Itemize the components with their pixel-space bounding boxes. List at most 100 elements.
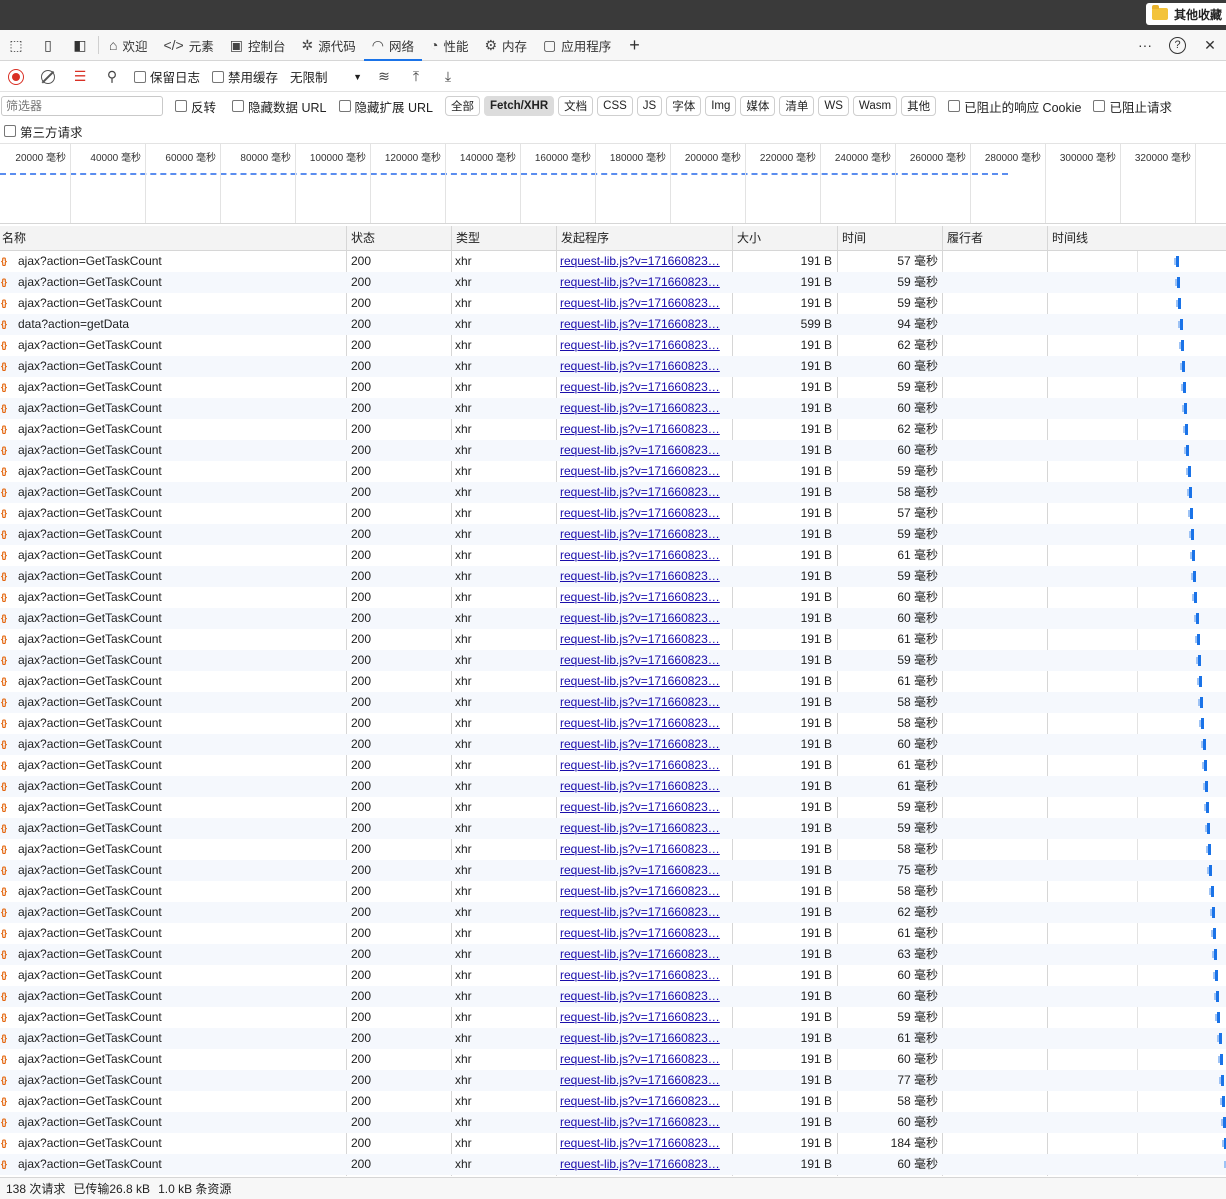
table-row[interactable]: {} ajax?action=GetTaskCount 200 xhr request-… [0,755,1226,776]
add-tab-button[interactable]: + [619,30,650,60]
import-har-button[interactable]: ⤒ [400,68,432,85]
request-initiator-link[interactable]: request-lib.js?v=171660823… [560,734,725,755]
search-button[interactable]: ⚲ [96,68,128,85]
table-row[interactable]: {} ajax?action=GetTaskCount 200 xhr request-… [0,1049,1226,1070]
checkbox-box[interactable] [232,100,245,112]
table-row[interactable]: {} ajax?action=GetTaskCount 200 xhr request-… [0,1007,1226,1028]
column-size[interactable]: 大小 [732,226,837,251]
help-icon[interactable]: ? [1169,36,1186,54]
type-filter-wasm[interactable]: Wasm [852,96,898,116]
table-row[interactable]: {} ajax?action=GetTaskCount 200 xhr request-… [0,293,1226,314]
checkbox-box[interactable] [212,70,225,83]
table-row[interactable]: {} ajax?action=GetTaskCount 200 xhr request-… [0,419,1226,440]
column-time[interactable]: 时间 [837,226,942,251]
request-initiator-link[interactable]: request-lib.js?v=171660823… [560,398,725,419]
request-initiator-link[interactable]: request-lib.js?v=171660823… [560,524,725,545]
column-type[interactable]: 类型 [451,226,556,251]
timeline-overview[interactable]: 20000 毫秒 40000 毫秒 60000 毫秒 80000 毫秒 100000 毫… [0,143,1226,224]
table-row[interactable]: {} ajax?action=GetTaskCount 200 xhr request-… [0,524,1226,545]
type-filter-doc[interactable]: 文档 [558,96,594,116]
tab-sources[interactable]: ✲ 源代码 [294,30,364,60]
table-row[interactable]: {} ajax?action=GetTaskCount 200 xhr request-… [0,692,1226,713]
disable-cache-checkbox[interactable]: 禁用缓存 [212,67,278,86]
table-row[interactable]: {} ajax?action=GetTaskCount 200 xhr request-… [0,566,1226,587]
request-initiator-link[interactable]: request-lib.js?v=171660823… [560,965,725,986]
clear-button[interactable] [32,69,64,84]
type-filter-font[interactable]: 字体 [666,96,702,116]
tab-console[interactable]: ▣ 控制台 [222,30,294,60]
request-initiator-link[interactable]: request-lib.js?v=171660823… [560,482,725,503]
table-row[interactable]: {} ajax?action=GetTaskCount 200 xhr request-… [0,965,1226,986]
request-initiator-link[interactable]: request-lib.js?v=171660823… [560,692,725,713]
close-icon[interactable]: ✕ [1194,37,1226,54]
table-row[interactable]: {} ajax?action=GetTaskCount 200 xhr request-… [0,545,1226,566]
request-initiator-link[interactable]: request-lib.js?v=171660823… [560,503,725,524]
table-row[interactable]: {} ajax?action=GetTaskCount 200 xhr request-… [0,1028,1226,1049]
request-initiator-link[interactable]: request-lib.js?v=171660823… [560,860,725,881]
request-initiator-link[interactable]: request-lib.js?v=171660823… [560,839,725,860]
checkbox-box[interactable] [1093,100,1106,112]
request-initiator-link[interactable]: request-lib.js?v=171660823… [560,314,725,335]
hide-data-url-checkbox[interactable]: 隐藏数据 URL [232,97,327,116]
type-filter-ws[interactable]: WS [818,96,849,116]
request-initiator-link[interactable]: request-lib.js?v=171660823… [560,1133,725,1154]
table-row[interactable]: {} ajax?action=GetTaskCount 200 xhr request-… [0,461,1226,482]
table-row[interactable]: {} ajax?action=GetTaskCount 200 xhr request-… [0,335,1226,356]
table-row[interactable]: {} ajax?action=GetTaskCount 200 xhr request-… [0,1070,1226,1091]
table-row[interactable]: {} ajax?action=GetTaskCount 200 xhr request-… [0,671,1226,692]
table-row[interactable]: {} ajax?action=GetTaskCount 200 xhr request-… [0,377,1226,398]
request-initiator-link[interactable]: request-lib.js?v=171660823… [560,713,725,734]
request-initiator-link[interactable]: request-lib.js?v=171660823… [560,1112,725,1133]
network-conditions-button[interactable]: ≋ [368,68,400,85]
request-initiator-link[interactable]: request-lib.js?v=171660823… [560,440,725,461]
request-initiator-link[interactable]: request-lib.js?v=171660823… [560,671,725,692]
table-row[interactable]: {} ajax?action=GetTaskCount 200 xhr request-… [0,1112,1226,1133]
request-initiator-link[interactable]: request-lib.js?v=171660823… [560,377,725,398]
table-row[interactable]: {} ajax?action=GetTaskCount 200 xhr request-… [0,986,1226,1007]
table-row[interactable]: {} ajax?action=GetTaskCount 200 xhr request-… [0,860,1226,881]
tab-performance[interactable]: ◔ 性能 [422,30,476,60]
dock-side-icon[interactable]: ◧ [64,30,96,60]
column-fulfilled-by[interactable]: 履行者 [942,226,1047,251]
request-initiator-link[interactable]: request-lib.js?v=171660823… [560,251,725,272]
preserve-log-checkbox[interactable]: 保留日志 [134,67,200,86]
table-row[interactable]: {} ajax?action=GetTaskCount 200 xhr request-… [0,797,1226,818]
export-har-button[interactable]: ⤓ [432,68,464,85]
request-initiator-link[interactable]: request-lib.js?v=171660823… [560,776,725,797]
type-filter-fetch-xhr[interactable]: Fetch/XHR [483,96,555,116]
throttle-select[interactable]: 无限制 ▼ [290,67,362,86]
blocked-cookie-checkbox[interactable]: 已阻止的响应 Cookie [948,97,1081,116]
table-row[interactable]: {} ajax?action=GetTaskCount 200 xhr request-… [0,503,1226,524]
checkbox-box[interactable] [4,125,16,137]
request-initiator-link[interactable]: request-lib.js?v=171660823… [560,650,725,671]
column-status[interactable]: 状态 [346,226,451,251]
checkbox-box[interactable] [175,100,187,112]
tab-application[interactable]: ▢ 应用程序 [535,30,619,60]
request-initiator-link[interactable]: request-lib.js?v=171660823… [560,1007,725,1028]
checkbox-box[interactable] [338,100,351,112]
inspect-element-icon[interactable]: ⬚ [0,30,32,60]
request-initiator-link[interactable]: request-lib.js?v=171660823… [560,419,725,440]
request-initiator-link[interactable]: request-lib.js?v=171660823… [560,1154,725,1175]
checkbox-box[interactable] [134,70,146,83]
bookmark-folder-other[interactable]: 其他收藏 [1145,3,1226,25]
table-row[interactable]: {} ajax?action=GetTaskCount 200 xhr request-… [0,629,1226,650]
table-row[interactable]: {} ajax?action=GetTaskCount 200 xhr request-… [0,776,1226,797]
type-filter-manifest[interactable]: 清单 [779,96,815,116]
table-row[interactable]: {} ajax?action=GetTaskCount 200 xhr request-… [0,1091,1226,1112]
request-initiator-link[interactable]: request-lib.js?v=171660823… [560,629,725,650]
request-initiator-link[interactable]: request-lib.js?v=171660823… [560,293,725,314]
request-initiator-link[interactable]: request-lib.js?v=171660823… [560,986,725,1007]
blocked-requests-checkbox[interactable]: 已阻止请求 [1093,97,1172,116]
table-row[interactable]: {} ajax?action=GetTaskCount 200 xhr request-… [0,881,1226,902]
table-row[interactable]: {} ajax?action=GetTaskCount 200 xhr request-… [0,398,1226,419]
request-initiator-link[interactable]: request-lib.js?v=171660823… [560,272,725,293]
column-waterfall[interactable]: 时间线 [1047,226,1226,251]
table-row[interactable]: {} ajax?action=GetTaskCount 200 xhr request-… [0,587,1226,608]
more-icon[interactable]: ··· [1129,37,1161,53]
request-initiator-link[interactable]: request-lib.js?v=171660823… [560,335,725,356]
request-initiator-link[interactable]: request-lib.js?v=171660823… [560,881,725,902]
request-initiator-link[interactable]: request-lib.js?v=171660823… [560,608,725,629]
request-initiator-link[interactable]: request-lib.js?v=171660823… [560,1091,725,1112]
column-initiator[interactable]: 发起程序 [556,226,732,251]
